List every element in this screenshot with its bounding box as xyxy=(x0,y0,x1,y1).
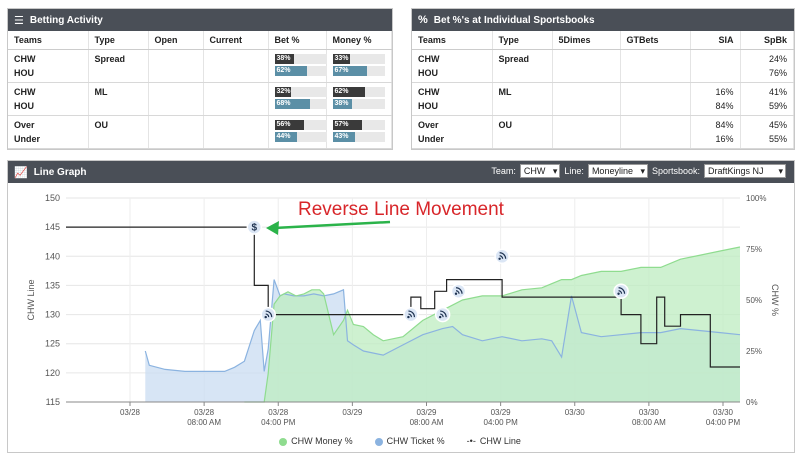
y-tick-label-right: 100% xyxy=(746,194,766,203)
signal-marker-icon xyxy=(613,283,629,300)
x-tick-label: 03/28 xyxy=(120,408,141,417)
signal-marker-icon xyxy=(450,283,467,300)
y-tick-label-right: 50% xyxy=(746,296,762,305)
signal-marker-icon xyxy=(494,248,510,265)
x-tick-label: 03/30 xyxy=(639,408,660,417)
legend-line-swatch: -•- xyxy=(466,436,476,446)
y-tick-label-left: 115 xyxy=(46,397,60,407)
signal-dot xyxy=(617,292,620,295)
reverse-line-movement-annotation: Reverse Line Movement xyxy=(298,199,505,220)
x-tick-label-time: 04:00 PM xyxy=(484,418,519,427)
chart-legend: CHW Money % CHW Ticket % -•- CHW Line xyxy=(0,436,800,446)
y-tick-label-right: 25% xyxy=(746,347,762,356)
x-tick-label: 03/30 xyxy=(713,408,734,417)
y-tick-label-left: 125 xyxy=(45,339,60,349)
signal-dot xyxy=(264,315,267,319)
x-tick-label-time: 04:00 PM xyxy=(706,418,741,427)
y-tick-label-right: 0% xyxy=(746,398,758,407)
money-area xyxy=(244,247,740,402)
y-tick-label-left: 135 xyxy=(45,280,60,290)
x-tick-label: 03/30 xyxy=(565,408,586,417)
x-tick-label-time: 08:00 AM xyxy=(187,418,221,427)
legend-money[interactable]: CHW Money % xyxy=(279,436,353,446)
legend-ticket-swatch xyxy=(374,437,383,446)
y-tick-label-left: 140 xyxy=(45,251,60,261)
x-tick-label: 03/29 xyxy=(491,408,512,417)
signal-dot xyxy=(438,315,442,319)
signal-marker-icon xyxy=(403,306,419,323)
legend-ticket[interactable]: CHW Ticket % xyxy=(374,436,445,446)
y-tick-label-right: 75% xyxy=(746,245,762,254)
y-tick-label-left: 120 xyxy=(45,368,60,378)
x-tick-label: 03/28 xyxy=(268,408,289,417)
x-tick-label-time: 08:00 AM xyxy=(410,418,444,427)
signal-dot xyxy=(407,315,410,319)
dollar-glyph: $ xyxy=(252,223,258,234)
x-tick-label-time: 04:00 PM xyxy=(261,418,296,427)
y-tick-label-left: 145 xyxy=(45,222,60,232)
y-axis-title-left: CHW Line xyxy=(26,279,36,320)
line-chart: $ Reverse Line Movement 150 145 140 135 130 12… xyxy=(26,193,780,427)
legend-line[interactable]: -•- CHW Line xyxy=(467,436,521,446)
x-tick-label-time: 08:00 AM xyxy=(632,418,666,427)
x-tick-label: 03/28 xyxy=(194,408,215,417)
legend-money-swatch xyxy=(279,437,288,446)
x-tick-label: 03/29 xyxy=(342,408,363,417)
x-tick-label: 03/29 xyxy=(416,408,437,417)
signal-dot xyxy=(498,257,501,260)
signal-marker-icon xyxy=(260,306,276,323)
y-tick-label-left: 150 xyxy=(45,193,60,203)
y-axis-title-right: CHW % xyxy=(770,284,780,316)
dollar-marker-icon: $ xyxy=(246,219,263,235)
annotation-arrow-head xyxy=(266,221,279,235)
signal-dot xyxy=(454,292,458,295)
signal-marker-icon xyxy=(434,306,451,323)
y-tick-label-left: 130 xyxy=(45,310,60,320)
